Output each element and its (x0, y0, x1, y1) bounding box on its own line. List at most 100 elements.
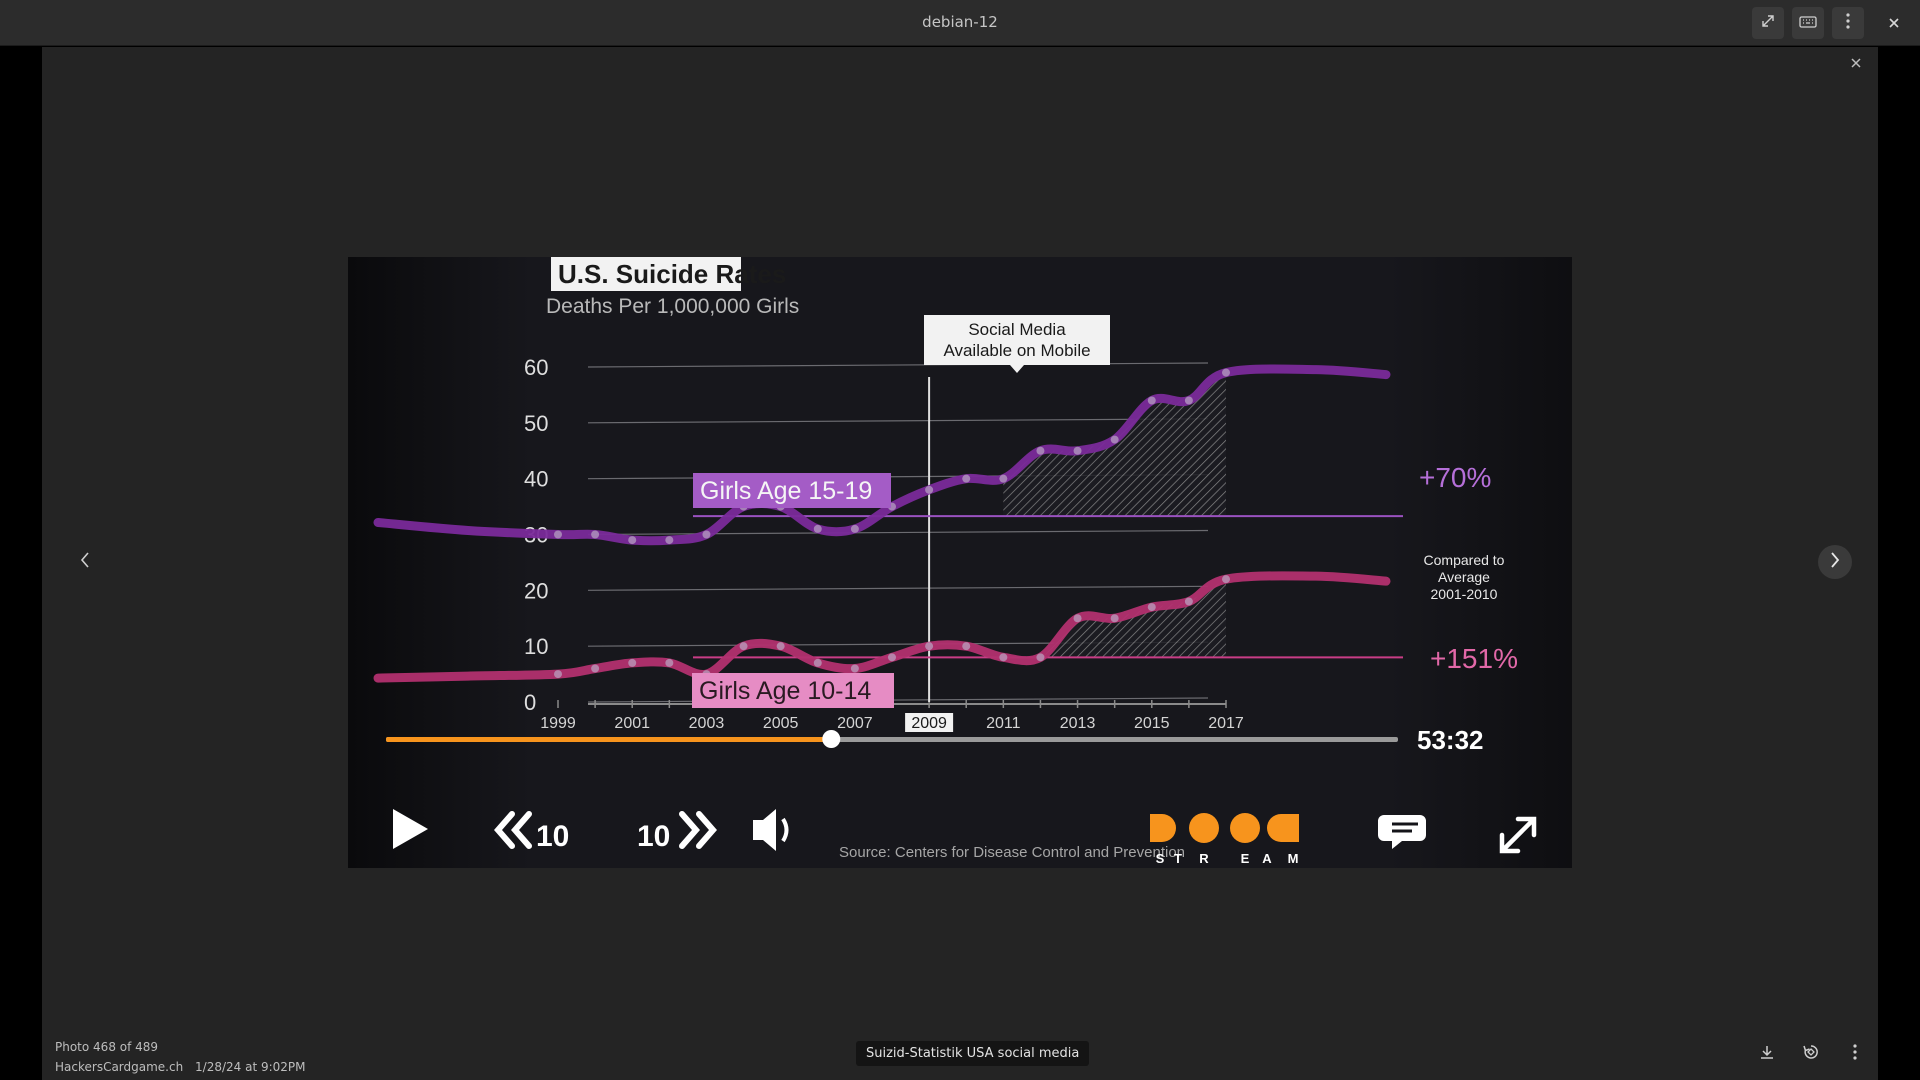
photo-date: 1/28/24 at 9:02PM (195, 1060, 306, 1074)
keyboard-icon (1799, 14, 1817, 33)
photo-caption: Suizid-Statistik USA social media (856, 1041, 1090, 1066)
data-point (1147, 603, 1156, 612)
data-point (999, 474, 1008, 483)
compared-line-3: 2001-2010 (1431, 586, 1498, 602)
data-point (591, 530, 600, 539)
data-point (665, 658, 674, 667)
photo-info: Photo 468 of 489 HackersCardgame.ch 1/28… (55, 1037, 314, 1077)
y-tick-label: 20 (524, 578, 548, 603)
x-tick-label: 2015 (1134, 715, 1170, 732)
chart-svg: 60504030201001999 2001 2003 2005 2007 2009 201… (348, 257, 1572, 868)
data-point (554, 530, 562, 539)
label-older: Girls Age 15-19 (700, 477, 872, 505)
pct-younger: +151% (1430, 643, 1518, 674)
keyboard-button[interactable] (1792, 7, 1824, 39)
y-tick-label: 40 (524, 467, 548, 492)
fullscreen-button[interactable] (1752, 7, 1784, 39)
data-point (813, 658, 822, 667)
stream-letter: S (1156, 851, 1165, 866)
y-tick-label: 60 (524, 355, 548, 380)
annotation-line-2: Available on Mobile (943, 341, 1090, 360)
data-point (850, 524, 859, 533)
title-bar: debian-12 (0, 0, 1920, 46)
data-point (1110, 435, 1119, 444)
more-options-button[interactable] (1840, 1039, 1870, 1069)
stream-logo-shape-4 (1267, 814, 1299, 842)
annotation-line-1: Social Media (968, 320, 1066, 339)
chart-title: U.S. Suicide Rates (558, 259, 786, 289)
data-point (776, 642, 785, 651)
chart-source: Source: Centers for Disease Control and … (839, 844, 1185, 861)
data-point (591, 664, 600, 673)
data-point (702, 530, 711, 539)
kebab-menu-icon (1846, 13, 1850, 33)
photo-source: HackersCardgame.ch (55, 1060, 184, 1074)
pct-older: +70% (1419, 462, 1491, 493)
x-tick-label: 2001 (614, 715, 650, 732)
next-photo-button[interactable] (1818, 545, 1852, 579)
data-point (665, 536, 674, 545)
data-point (962, 474, 971, 483)
compared-line-1: Compared to (1424, 552, 1505, 568)
data-point (1147, 396, 1156, 405)
progress-fill (386, 737, 832, 742)
x-tick-label: 2003 (689, 715, 725, 732)
expand-icon (1760, 13, 1776, 33)
data-point (1222, 368, 1230, 377)
x-tick-label: 2005 (763, 715, 799, 732)
download-icon (1759, 1044, 1775, 1064)
y-tick-label: 0 (524, 690, 536, 715)
previous-photo-button[interactable] (68, 545, 102, 579)
x-tick-label: 2013 (1060, 715, 1096, 732)
chevron-right-icon (1829, 551, 1841, 573)
data-point (1073, 614, 1082, 623)
x-tick-label: 2011 (986, 715, 1021, 732)
photo-image: 60 50 40 30 20 10 0 1999 2001 2003 2005 2007 2009 201… (348, 257, 1572, 868)
data-point (628, 536, 637, 545)
data-point (925, 485, 934, 494)
data-point (1073, 446, 1082, 455)
x-tick-label: 2017 (1208, 715, 1244, 732)
data-point (813, 524, 822, 533)
viewer-close-button[interactable] (1850, 53, 1862, 74)
data-point (739, 642, 748, 651)
chart-subtitle: Deaths Per 1,000,000 Girls (546, 295, 799, 318)
rewind-seconds: 10 (536, 820, 569, 853)
stream-letter: T (1174, 851, 1182, 866)
left-black-strip (0, 47, 42, 1080)
x-tick-label: 2009 (911, 715, 947, 732)
download-button[interactable] (1752, 1039, 1782, 1069)
data-point (1184, 597, 1193, 606)
data-point (925, 642, 934, 651)
y-tick-label: 50 (524, 411, 548, 436)
rotate-icon (1802, 1043, 1820, 1065)
stream-letter: R (1199, 851, 1209, 866)
progress-knob[interactable] (822, 730, 841, 748)
data-point (554, 670, 562, 679)
stream-logo-shape-2 (1189, 813, 1219, 843)
data-point (850, 664, 859, 673)
photo-counter: Photo 468 of 489 (55, 1040, 159, 1054)
label-younger: Girls Age 10-14 (699, 677, 871, 705)
data-point (1036, 446, 1045, 455)
photo-source-line: HackersCardgame.ch 1/28/24 at 9:02PM (55, 1057, 314, 1077)
data-point (1036, 653, 1045, 662)
window-close-button[interactable] (1878, 7, 1910, 39)
close-icon (1888, 14, 1900, 33)
rotate-button[interactable] (1796, 1039, 1826, 1069)
x-tick-label: 2007 (837, 715, 873, 732)
stream-letter: A (1262, 851, 1272, 866)
chevron-left-icon (79, 551, 91, 573)
data-point (888, 653, 896, 662)
stream-letter: E (1241, 851, 1250, 866)
y-tick-label: 10 (524, 634, 548, 659)
kebab-menu-icon (1853, 1044, 1857, 1064)
data-point (999, 653, 1008, 662)
stream-logo-shape-3 (1230, 813, 1260, 843)
photo-viewer: 60 50 40 30 20 10 0 1999 2001 2003 2005 2007 2009 201… (42, 47, 1878, 1080)
video-time: 53:32 (1417, 725, 1484, 755)
window-menu-button[interactable] (1832, 7, 1864, 39)
data-point (1222, 575, 1230, 584)
forward-seconds: 10 (637, 820, 670, 853)
x-tick-label: 1999 (540, 715, 576, 732)
